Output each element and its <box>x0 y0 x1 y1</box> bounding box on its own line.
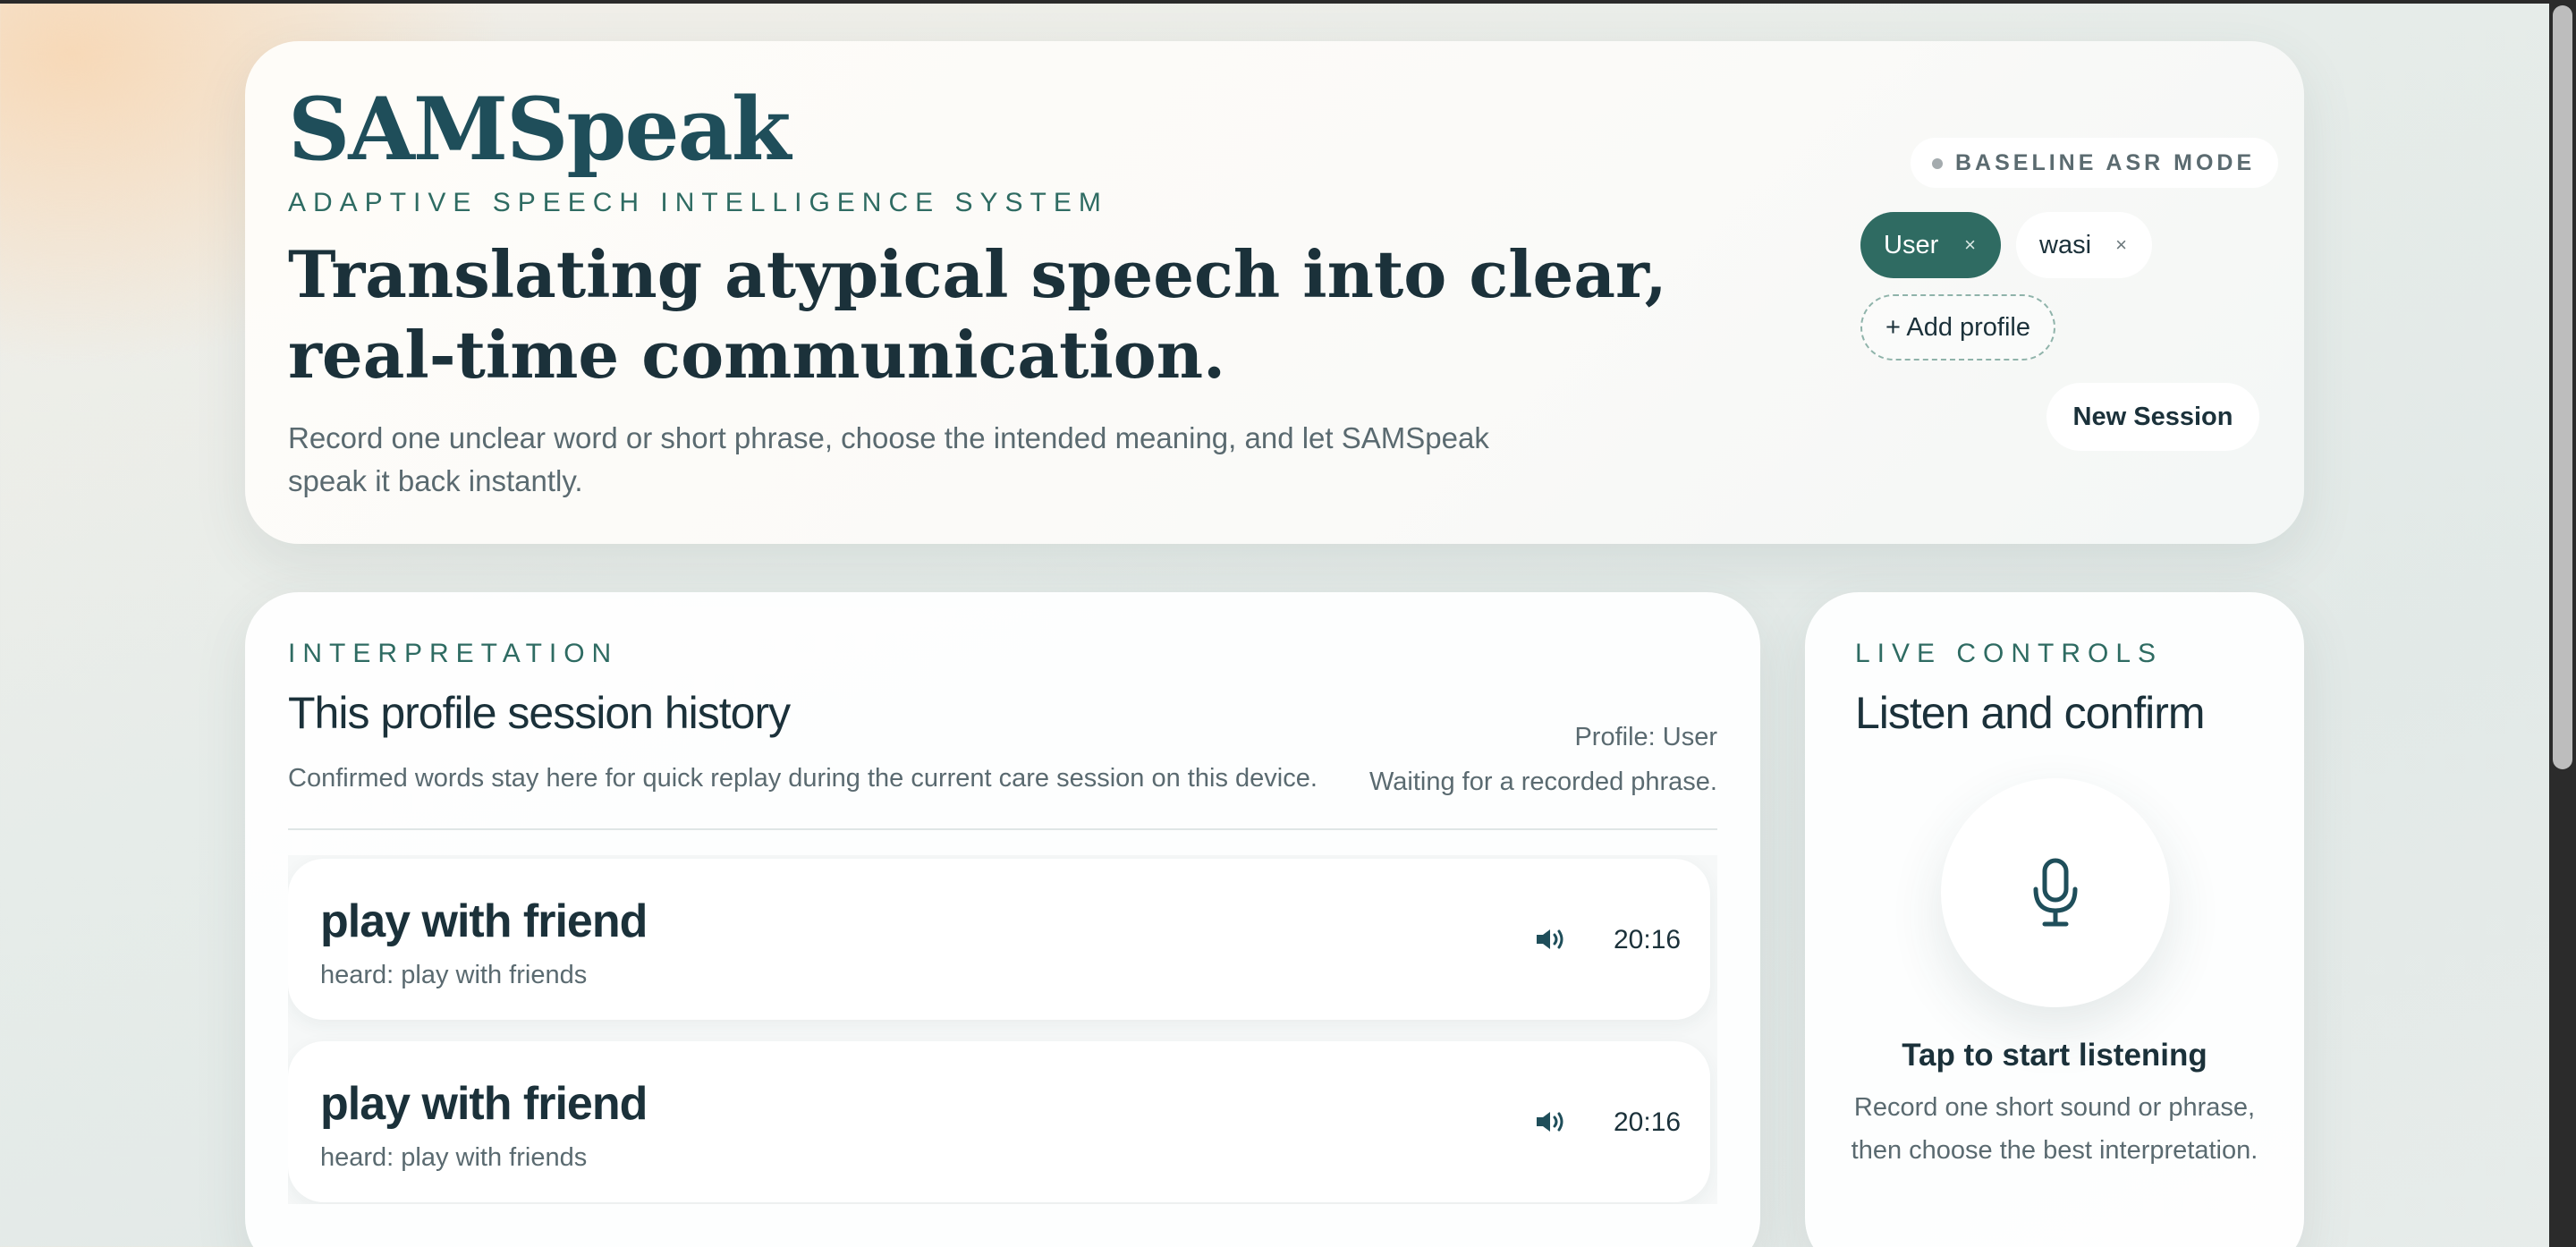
history-heard: heard: play with friends <box>320 961 588 989</box>
controls-eyebrow: LIVE CONTROLS <box>1855 639 2164 668</box>
hero-description: Record one unclear word or short phrase,… <box>288 421 1489 497</box>
close-icon[interactable]: × <box>1964 212 1976 278</box>
brand-tagline: ADAPTIVE SPEECH INTELLIGENCE SYSTEM <box>288 188 1108 217</box>
history-item[interactable]: play with friend heard: play with friend… <box>288 859 1710 1020</box>
controls-title: Listen and confirm <box>1855 688 2206 738</box>
profile-chip-user[interactable]: User × <box>1860 212 2001 278</box>
profile-meta: Profile: User <box>1574 723 1717 751</box>
scrollbar[interactable] <box>2549 0 2576 1247</box>
divider <box>288 828 1717 830</box>
speaker-icon[interactable] <box>1535 927 1565 952</box>
brand-title: SAMSpeak <box>288 79 791 180</box>
section-description: Confirmed words stay here for quick repl… <box>288 764 1318 793</box>
window-top-edge <box>0 0 2576 4</box>
history-item[interactable]: play with friend heard: play with friend… <box>288 1041 1710 1202</box>
asr-mode-badge: BASELINE ASR MODE <box>1911 138 2279 188</box>
asr-mode-label: BASELINE ASR MODE <box>1955 150 2256 175</box>
add-profile-button[interactable]: + Add profile <box>1860 294 2055 361</box>
scrollbar-thumb[interactable] <box>2553 5 2572 769</box>
speaker-icon[interactable] <box>1535 1109 1565 1134</box>
close-icon[interactable]: × <box>2115 212 2127 278</box>
tap-to-listen-description: Record one short sound or phrase, then c… <box>1851 1093 2258 1165</box>
history-word: play with friend <box>320 1078 648 1130</box>
profile-chip-label: User <box>1884 231 1939 259</box>
history-time: 20:16 <box>1614 925 1682 954</box>
hero-headline: Translating atypical speech into clear, … <box>288 236 1667 393</box>
profile-chip-wasi[interactable]: wasi × <box>2016 212 2152 278</box>
status-dot-icon <box>1932 158 1943 169</box>
interpretation-eyebrow: INTERPRETATION <box>288 639 619 668</box>
history-heard: heard: play with friends <box>320 1143 588 1172</box>
record-button[interactable] <box>1941 778 2170 1007</box>
history-list[interactable]: play with friend heard: play with friend… <box>288 855 1717 1204</box>
new-session-button[interactable]: New Session <box>2046 383 2259 451</box>
profile-chip-label: wasi <box>2039 231 2092 259</box>
microphone-icon <box>2033 858 2078 927</box>
history-time: 20:16 <box>1614 1107 1682 1137</box>
section-title: This profile session history <box>288 688 791 738</box>
history-word: play with friend <box>320 895 648 947</box>
status-text: Waiting for a recorded phrase. <box>1368 768 1717 796</box>
tap-to-listen-title: Tap to start listening <box>1902 1038 2207 1073</box>
